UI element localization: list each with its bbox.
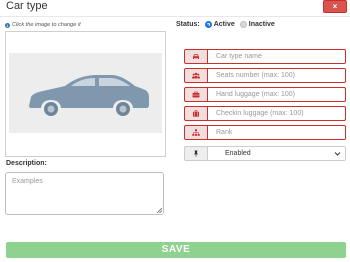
image-hint: i Click the image to change it bbox=[5, 22, 81, 28]
modal-header: Car type × bbox=[0, 0, 350, 14]
hand-luggage-input[interactable]: Hand luggage (max: 100) bbox=[207, 87, 346, 102]
car-icon bbox=[184, 49, 207, 64]
status-active-label[interactable]: Active bbox=[214, 21, 235, 28]
status-label: Status: bbox=[176, 21, 200, 28]
status-inactive-radio[interactable] bbox=[239, 21, 247, 28]
car-image[interactable] bbox=[9, 53, 162, 133]
suitcase-icon bbox=[184, 106, 207, 121]
checkin-luggage-input[interactable]: Checkin luggage (max: 100) bbox=[207, 106, 346, 121]
car-type-name-input[interactable]: Car type name bbox=[207, 49, 346, 64]
car-type-name-field: Car type name bbox=[184, 49, 346, 64]
checkin-luggage-field: Checkin luggage (max: 100) bbox=[184, 106, 346, 121]
rank-input[interactable]: Rank bbox=[207, 125, 346, 140]
car-image-picker[interactable] bbox=[5, 31, 166, 157]
status-group: Status: Active Inactive bbox=[176, 21, 280, 28]
resize-grip-icon[interactable] bbox=[156, 207, 162, 213]
info-icon: i bbox=[5, 22, 10, 28]
chevron-down-icon bbox=[334, 152, 341, 156]
state-select[interactable]: Enabled bbox=[207, 146, 346, 161]
save-button[interactable]: SAVE bbox=[6, 242, 346, 258]
state-select-value: Enabled bbox=[225, 150, 251, 157]
users-icon bbox=[184, 68, 207, 83]
image-hint-text: Click the image to change it bbox=[12, 22, 81, 28]
car-silhouette-icon bbox=[29, 75, 149, 116]
header-divider bbox=[0, 16, 350, 17]
sitemap-icon bbox=[184, 125, 207, 140]
rank-field: Rank bbox=[184, 125, 346, 140]
description-textarea[interactable]: Examples bbox=[5, 172, 164, 215]
modal-title: Car type bbox=[6, 0, 48, 12]
seats-number-input[interactable]: Seats number (max: 100) bbox=[207, 68, 346, 83]
state-select-field: Enabled bbox=[184, 146, 346, 161]
description-placeholder: Examples bbox=[12, 178, 43, 185]
hand-luggage-field: Hand luggage (max: 100) bbox=[184, 87, 346, 102]
close-button[interactable]: × bbox=[323, 0, 347, 13]
thumbtack-icon bbox=[184, 146, 207, 161]
description-label: Description: bbox=[6, 160, 47, 167]
seats-number-field: Seats number (max: 100) bbox=[184, 68, 346, 83]
status-inactive-label[interactable]: Inactive bbox=[249, 21, 275, 28]
briefcase-icon bbox=[184, 87, 207, 102]
status-active-radio[interactable] bbox=[204, 21, 212, 28]
